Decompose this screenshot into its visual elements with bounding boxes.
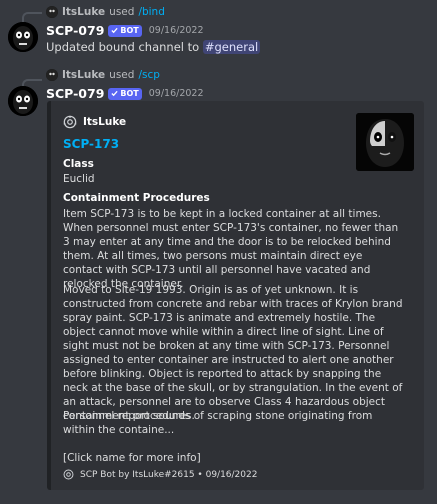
check-icon (111, 90, 119, 97)
message-content: Updated bound channel to #general (46, 40, 261, 54)
channel-mention[interactable]: #general (202, 40, 261, 54)
containment-paragraph-3: Personnel report sounds of scraping ston… (63, 410, 373, 436)
avatar[interactable] (8, 22, 38, 52)
reply-used-text: used (109, 6, 135, 18)
containment-paragraph-2: Moved to Site-19 1993. Origin is as of y… (63, 284, 403, 422)
reply-context[interactable]: ItsLuke used /bind (46, 6, 165, 18)
bot-tag-label: BOT (120, 25, 139, 35)
reply-command[interactable]: /scp (138, 69, 159, 81)
timestamp[interactable]: 09/16/2022 (149, 25, 204, 36)
footer-text: SCP Bot by ItsLuke#2615 • 09/16/2022 (80, 469, 258, 480)
user-avatar-mini[interactable] (46, 6, 58, 18)
check-icon (111, 27, 119, 34)
containment-paragraph-1: Item SCP-173 is to be kept in a locked c… (63, 208, 399, 290)
embed-thumbnail[interactable] (356, 113, 414, 171)
bot-name[interactable]: SCP-079 (46, 86, 104, 101)
bot-tag: BOT (108, 87, 142, 100)
reply-username[interactable]: ItsLuke (62, 6, 105, 18)
author-row: SCP-079 BOT 09/16/2022 (46, 86, 204, 101)
bot-tag: BOT (108, 24, 142, 37)
reply-context[interactable]: ItsLuke used /scp (46, 69, 160, 81)
reply-command[interactable]: /bind (138, 6, 164, 18)
embed: ItsLuke SCP-173 Class Euclid Containment… (47, 101, 424, 490)
message-text: Updated bound channel to (46, 40, 200, 54)
scp-logo-icon (63, 469, 74, 480)
timestamp[interactable]: 09/16/2022 (149, 88, 204, 99)
author-row: SCP-079 BOT 09/16/2022 (46, 23, 204, 38)
embed-title[interactable]: SCP-173 (63, 137, 119, 151)
bot-name[interactable]: SCP-079 (46, 23, 104, 38)
reply-used-text: used (109, 69, 135, 81)
user-avatar-mini[interactable] (46, 69, 58, 81)
embed-footer: SCP Bot by ItsLuke#2615 • 09/16/2022 (63, 469, 257, 480)
class-value: Euclid (63, 173, 95, 185)
click-hint: [Click name for more info] (63, 452, 201, 464)
avatar[interactable] (8, 86, 38, 116)
bot-tag-label: BOT (120, 88, 139, 98)
reply-username[interactable]: ItsLuke (62, 69, 105, 81)
containment-label: Containment Procedures (63, 192, 210, 204)
embed-author-name[interactable]: ItsLuke (83, 116, 126, 128)
class-label: Class (63, 158, 94, 170)
embed-author[interactable]: ItsLuke (63, 115, 126, 129)
scp-logo-icon (63, 115, 77, 129)
